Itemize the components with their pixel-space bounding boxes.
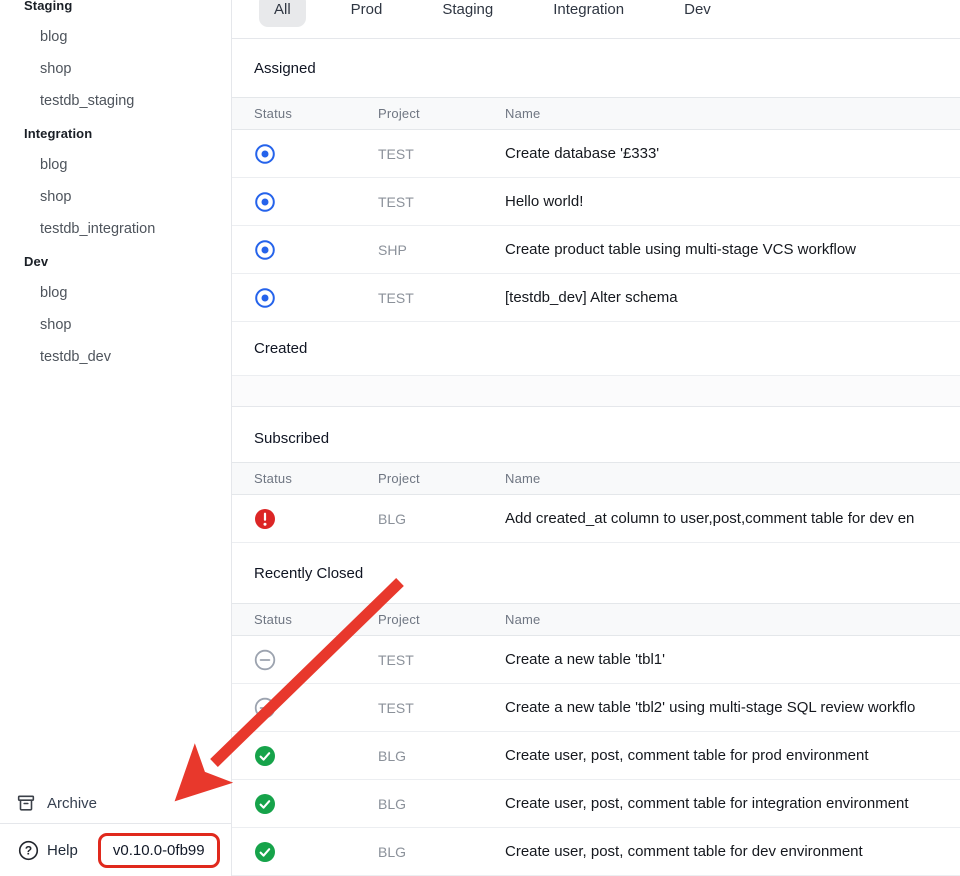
database-tree: Staging blog shop testdb_staging Integra… xyxy=(0,0,231,373)
project-key: BLG xyxy=(378,844,505,860)
table-header: Status Project Name xyxy=(232,603,960,636)
sidebar-item-db[interactable]: blog xyxy=(0,21,231,53)
project-key: BLG xyxy=(378,796,505,812)
issue-row[interactable]: BLG Add created_at column to user,post,c… xyxy=(232,495,960,543)
env-group-integration: Integration xyxy=(0,117,231,149)
help-icon[interactable]: ? xyxy=(18,840,39,861)
issue-canceled-icon xyxy=(254,649,276,671)
issue-name: Create product table using multi-stage V… xyxy=(505,241,960,258)
issue-name: Add created_at column to user,post,comme… xyxy=(505,510,960,527)
help-row: ? Help v0.10.0-0fb99 xyxy=(0,823,231,876)
env-group-dev: Dev xyxy=(0,245,231,277)
col-name: Name xyxy=(505,106,960,121)
col-name: Name xyxy=(505,471,960,486)
section-title: Created xyxy=(232,322,960,375)
issue-open-icon xyxy=(254,239,276,261)
issue-open-icon xyxy=(254,191,276,213)
section-assigned: Assigned Status Project Name TEST Create… xyxy=(232,39,960,322)
col-status: Status xyxy=(254,106,378,121)
tab-dev[interactable]: Dev xyxy=(669,0,726,27)
issue-row[interactable]: TEST Create a new table 'tbl1' xyxy=(232,636,960,684)
environment-tabs: All Prod Staging Integration Dev xyxy=(232,0,960,39)
section-recently-closed: Recently Closed Status Project Name TEST… xyxy=(232,543,960,876)
project-key: SHP xyxy=(378,242,505,258)
table-header: Status Project Name xyxy=(232,97,960,130)
issue-row[interactable]: BLG Create user, post, comment table for… xyxy=(232,780,960,828)
issue-name: Create a new table 'tbl2' using multi-st… xyxy=(505,699,960,716)
sidebar-item-db[interactable]: testdb_staging xyxy=(0,85,231,117)
issue-name: Create user, post, comment table for pro… xyxy=(505,747,960,764)
section-subscribed: Subscribed Status Project Name BLG Add c… xyxy=(232,415,960,543)
sidebar: Staging blog shop testdb_staging Integra… xyxy=(0,0,232,876)
sidebar-item-db[interactable]: shop xyxy=(0,181,231,213)
tab-integration[interactable]: Integration xyxy=(538,0,639,27)
col-status: Status xyxy=(254,612,378,627)
tab-staging[interactable]: Staging xyxy=(427,0,508,27)
issue-name: Create user, post, comment table for dev… xyxy=(505,843,960,860)
issue-attention-icon xyxy=(254,508,276,530)
col-name: Name xyxy=(505,612,960,627)
section-title: Assigned xyxy=(232,39,960,97)
issue-done-icon xyxy=(254,841,276,863)
col-project: Project xyxy=(378,106,505,121)
env-group-staging: Staging xyxy=(0,0,231,21)
issue-name: [testdb_dev] Alter schema xyxy=(505,289,960,306)
project-key: TEST xyxy=(378,146,505,162)
issue-done-icon xyxy=(254,793,276,815)
project-key: BLG xyxy=(378,511,505,527)
sidebar-item-db[interactable]: blog xyxy=(0,149,231,181)
issue-row[interactable]: TEST Create a new table 'tbl2' using mul… xyxy=(232,684,960,732)
tab-prod[interactable]: Prod xyxy=(336,0,398,27)
issue-open-icon xyxy=(254,143,276,165)
col-status: Status xyxy=(254,471,378,486)
svg-text:?: ? xyxy=(25,843,32,857)
archive-icon xyxy=(16,793,36,813)
project-key: TEST xyxy=(378,194,505,210)
issue-name: Create database '£333' xyxy=(505,145,960,162)
sidebar-item-db[interactable]: shop xyxy=(0,309,231,341)
issue-row[interactable]: TEST Hello world! xyxy=(232,178,960,226)
table-header: Status Project Name xyxy=(232,462,960,495)
sidebar-item-db[interactable]: shop xyxy=(0,53,231,85)
sidebar-item-db[interactable]: testdb_integration xyxy=(0,213,231,245)
section-title: Subscribed xyxy=(232,415,960,462)
archive-button[interactable]: Archive xyxy=(0,783,231,823)
issue-open-icon xyxy=(254,287,276,309)
project-key: TEST xyxy=(378,700,505,716)
section-created: Created xyxy=(232,322,960,407)
empty-list xyxy=(232,375,960,407)
issue-name: Hello world! xyxy=(505,193,960,210)
col-project: Project xyxy=(378,471,505,486)
issue-row[interactable]: TEST Create database '£333' xyxy=(232,130,960,178)
issue-canceled-icon xyxy=(254,697,276,719)
sidebar-bottom: Archive ? Help v0.10.0-0fb99 xyxy=(0,783,231,876)
project-key: BLG xyxy=(378,748,505,764)
tab-all[interactable]: All xyxy=(259,0,306,27)
project-key: TEST xyxy=(378,290,505,306)
issue-row[interactable]: TEST [testdb_dev] Alter schema xyxy=(232,274,960,322)
issue-name: Create user, post, comment table for int… xyxy=(505,795,960,812)
issue-row[interactable]: BLG Create user, post, comment table for… xyxy=(232,732,960,780)
sidebar-item-db[interactable]: blog xyxy=(0,277,231,309)
issue-row[interactable]: BLG Create user, post, comment table for… xyxy=(232,828,960,876)
issue-done-icon xyxy=(254,745,276,767)
archive-label: Archive xyxy=(47,795,97,812)
col-project: Project xyxy=(378,612,505,627)
version-badge: v0.10.0-0fb99 xyxy=(98,833,220,868)
section-title: Recently Closed xyxy=(232,543,960,603)
help-label[interactable]: Help xyxy=(47,842,78,859)
main-content: All Prod Staging Integration Dev Assigne… xyxy=(232,0,960,876)
issue-row[interactable]: SHP Create product table using multi-sta… xyxy=(232,226,960,274)
project-key: TEST xyxy=(378,652,505,668)
sidebar-item-db[interactable]: testdb_dev xyxy=(0,341,231,373)
issue-name: Create a new table 'tbl1' xyxy=(505,651,960,668)
